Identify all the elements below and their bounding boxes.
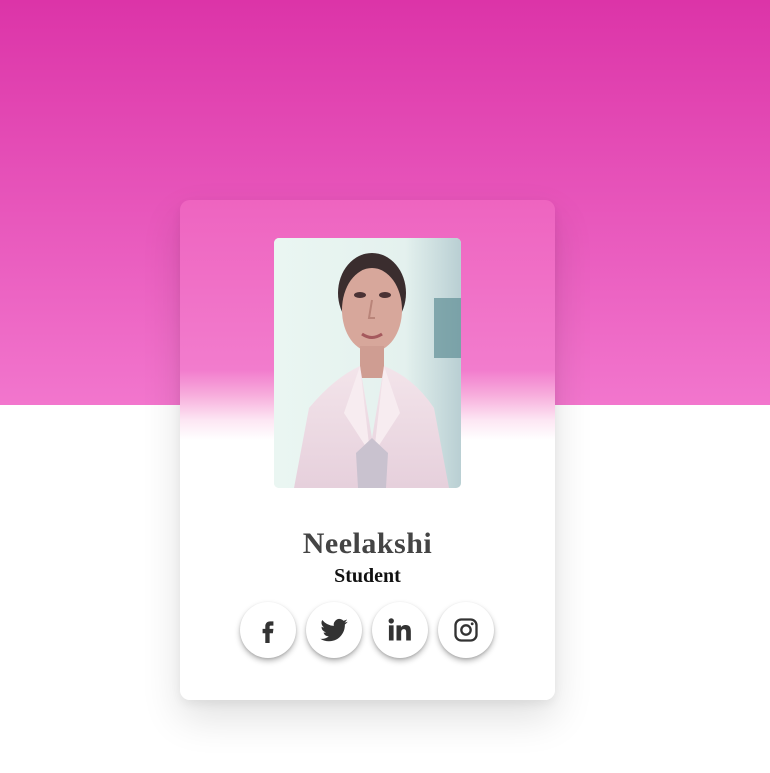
profile-name: Neelakshi bbox=[302, 527, 433, 560]
twitter-button[interactable] bbox=[306, 602, 362, 658]
profile-role: Student bbox=[334, 565, 401, 587]
instagram-button[interactable] bbox=[438, 602, 494, 658]
facebook-icon bbox=[262, 621, 274, 643]
profile-card: Neelakshi Student bbox=[180, 200, 555, 700]
twitter-icon bbox=[320, 618, 348, 642]
linkedin-button[interactable] bbox=[372, 602, 428, 658]
linkedin-icon bbox=[388, 618, 411, 641]
social-links bbox=[240, 602, 495, 662]
instagram-icon bbox=[454, 618, 478, 642]
profile-photo bbox=[274, 238, 461, 488]
facebook-button[interactable] bbox=[240, 602, 296, 658]
